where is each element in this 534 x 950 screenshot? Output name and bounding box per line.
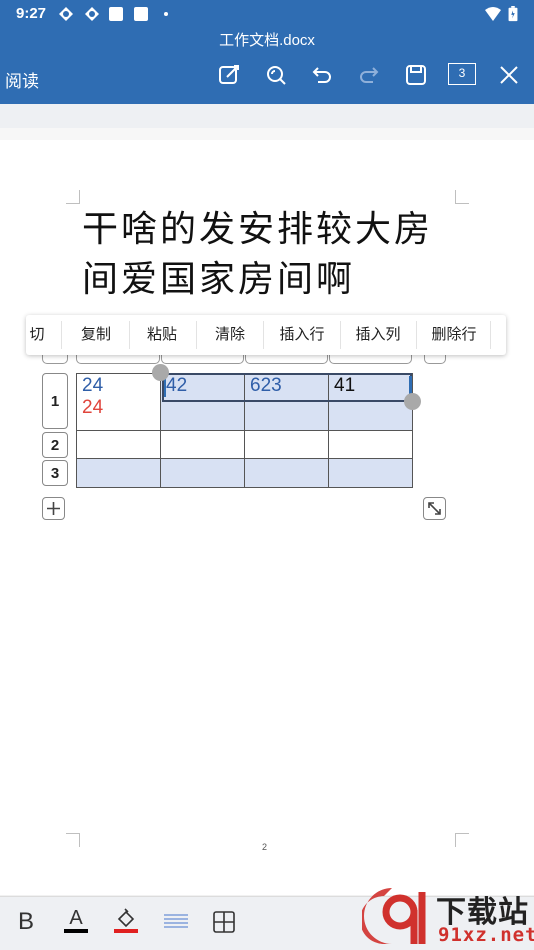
table-grid-icon xyxy=(213,911,235,933)
close-button[interactable] xyxy=(496,62,522,88)
plus-icon xyxy=(47,502,60,515)
table-cell-c3[interactable] xyxy=(244,458,329,488)
menu-item-copy[interactable]: 复制 xyxy=(66,315,126,355)
bold-icon: B xyxy=(17,908,34,935)
status-bar: 9:27 xyxy=(0,0,534,28)
table-borders-button[interactable] xyxy=(209,906,239,938)
app-header: 9:27 工作文档.docx 阅读 3 xyxy=(0,0,534,104)
row-header-3[interactable]: 3 xyxy=(42,460,68,486)
row-header-2[interactable]: 2 xyxy=(42,432,68,458)
menu-item-delete-row[interactable]: 删除行 xyxy=(418,315,490,355)
menu-separator xyxy=(129,321,130,349)
status-time: 9:27 xyxy=(16,5,47,22)
document-title: 工作文档.docx xyxy=(219,32,315,49)
font-color-icon: A xyxy=(69,907,83,929)
battery-icon xyxy=(508,6,518,22)
menu-separator xyxy=(340,321,341,349)
cell-shading-button[interactable] xyxy=(161,906,191,938)
table-cell-c2[interactable] xyxy=(244,430,329,459)
save-icon xyxy=(406,65,426,85)
table-cell-d2[interactable] xyxy=(328,430,413,459)
highlight-icon xyxy=(117,908,135,928)
highlight-button[interactable] xyxy=(111,904,141,936)
margin-mark xyxy=(66,190,80,204)
cell-text: 24 xyxy=(82,375,104,396)
cell-text: 24 xyxy=(82,397,104,418)
find-button[interactable] xyxy=(263,62,289,88)
table-cell-a1[interactable]: 24 24 xyxy=(76,373,161,431)
add-row-button[interactable] xyxy=(42,497,65,520)
menu-separator xyxy=(490,321,491,349)
font-color-swatch xyxy=(64,929,88,933)
table-cell-d3[interactable] xyxy=(328,458,413,488)
document-heading[interactable]: 干啥的发安排较大房 间爱国家房间啊 xyxy=(82,205,472,305)
save-button[interactable] xyxy=(403,62,429,88)
redo-icon xyxy=(360,67,379,83)
previous-page-edge xyxy=(0,104,534,128)
menu-separator xyxy=(196,321,197,349)
menu-separator xyxy=(61,321,62,349)
heading-line: 间爱国家房间啊 xyxy=(82,259,356,300)
page-gap xyxy=(0,128,534,140)
find-icon xyxy=(267,66,286,85)
page-number: 2 xyxy=(262,842,268,852)
highlight-color-swatch xyxy=(114,929,138,933)
shading-icon xyxy=(164,914,188,928)
row-header-1[interactable]: 1 xyxy=(42,373,68,429)
page-count-button[interactable]: 3 xyxy=(448,63,476,85)
redo-button[interactable] xyxy=(356,62,382,88)
app-notification-icon xyxy=(109,7,123,21)
margin-mark xyxy=(66,833,80,847)
undo-icon xyxy=(312,67,331,83)
selection-start-handle[interactable] xyxy=(152,364,169,381)
wifi-icon xyxy=(485,7,501,21)
close-icon xyxy=(500,66,518,84)
undo-button[interactable] xyxy=(309,62,335,88)
menu-separator xyxy=(263,321,264,349)
app-notification-icon xyxy=(134,7,148,21)
menu-item-clear[interactable]: 清除 xyxy=(200,315,260,355)
menu-item-insert-row[interactable]: 插入行 xyxy=(266,315,338,355)
heading-line: 干啥的发安排较大房 xyxy=(82,209,434,250)
edit-button[interactable] xyxy=(216,62,242,88)
more-notifications-icon xyxy=(164,12,168,16)
table-cell-a2[interactable] xyxy=(76,430,161,459)
selection-end-handle[interactable] xyxy=(404,393,421,410)
margin-mark xyxy=(455,833,469,847)
sync-icon xyxy=(85,7,99,21)
table-cell-b3[interactable] xyxy=(160,458,245,488)
sync-icon xyxy=(59,7,73,21)
context-menu: 切 复制 粘贴 清除 插入行 插入列 删除行 xyxy=(26,315,506,355)
bold-button[interactable]: B xyxy=(11,906,41,938)
table-cell-a3[interactable] xyxy=(76,458,161,488)
read-mode-button[interactable]: 阅读 xyxy=(5,67,39,92)
margin-mark xyxy=(455,190,469,204)
menu-separator xyxy=(416,321,417,349)
watermark-site: 91xz.net xyxy=(438,924,534,946)
font-color-button[interactable]: A xyxy=(61,904,91,936)
menu-item-insert-column[interactable]: 插入列 xyxy=(342,315,414,355)
edit-icon xyxy=(219,65,239,84)
expand-icon xyxy=(428,502,441,515)
expand-table-button[interactable] xyxy=(423,497,446,520)
menu-item-paste[interactable]: 粘贴 xyxy=(132,315,192,355)
selection-outline xyxy=(162,373,412,402)
menu-item-cut[interactable]: 切 xyxy=(26,315,48,355)
table-cell-b2[interactable] xyxy=(160,430,245,459)
